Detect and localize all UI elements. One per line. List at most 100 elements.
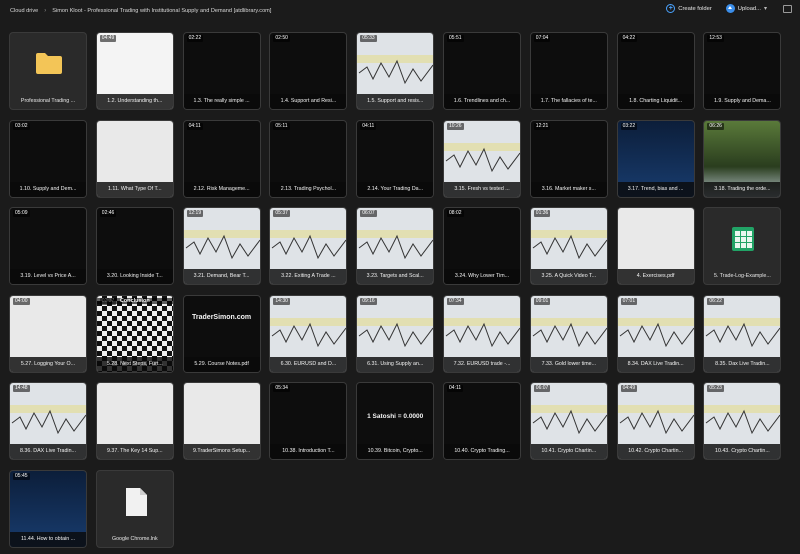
file-tile[interactable]: 09:01 7.33. Gold lower time... — [529, 294, 608, 373]
upload-button[interactable]: Upload... ▾ — [725, 4, 767, 13]
toolbar-actions: + Create folder Upload... ▾ — [666, 4, 792, 13]
tile-filename: 3.22. Exiting A Trade ... — [270, 269, 347, 284]
file-tile[interactable]: 9.37. The Key 14 Sup... — [95, 382, 174, 460]
video-duration: 05:34 — [273, 385, 290, 392]
file-tile[interactable]: 07:34 7.32. EURUSD trade -... — [443, 294, 521, 373]
video-duration: 02:46 — [99, 210, 117, 217]
tile-filename: 2.14. Your Trading Da... — [357, 181, 434, 197]
bitcoin-overlay-text: 1 Satoshi = 0.0000 — [367, 413, 424, 420]
tile-filename: 11.44. How to obtain ... — [10, 531, 86, 547]
tile-filename: 7.33. Gold lower time... — [530, 356, 607, 372]
file-tile[interactable]: 05:51 1.6. Trendlines and ch... — [443, 32, 521, 110]
file-tile[interactable]: 05:34 10.38. Introduction T... — [269, 382, 348, 460]
file-tile[interactable]: 01:36 3.25. A Quick Video T... — [529, 207, 608, 285]
file-tile[interactable]: 05:23 10.43. Crypto Chartin... — [703, 382, 782, 460]
video-duration: 07:01 — [620, 297, 638, 305]
video-duration: 04:49 — [620, 385, 638, 392]
file-tile[interactable]: 06:07 3.23. Targets and Scal... — [356, 207, 435, 285]
file-tile[interactable]: Google Chrome.lnk — [95, 469, 174, 548]
tile-filename: 9.37. The Key 14 Sup... — [96, 444, 173, 459]
breadcrumb-current-folder[interactable]: Simon Kloot - Professional Trading with … — [52, 8, 271, 14]
file-tile[interactable]: 10.39. Bitcoin, Crypto... 1 Satoshi = 0.0… — [356, 382, 435, 460]
create-folder-button[interactable]: + Create folder — [666, 4, 712, 13]
tile-filename: 1.10. Supply and Dem... — [10, 181, 86, 197]
file-tile[interactable]: 07:01 8.34. DAX Live Tradin... — [616, 294, 695, 373]
file-tile[interactable]: 04:00 5.27. Logging Your O... — [9, 294, 87, 373]
file-tile[interactable]: 02:22 1.3. The really simple ... — [182, 32, 261, 110]
video-duration: 06:07 — [360, 210, 377, 217]
breadcrumb: Cloud drive › Simon Kloot - Professional… — [10, 8, 271, 14]
file-tile[interactable]: 5.29. Course Notes.pdf TraderSimon.com — [182, 294, 261, 373]
file-tile[interactable]: 1.11. What Type Of T... — [95, 119, 174, 198]
tile-filename: 1.9. Supply and Dema... — [704, 94, 781, 109]
file-tile[interactable]: 04:49 1.2. Understanding th... — [95, 32, 174, 110]
tradersimon-overlay-text: TraderSimon.com — [192, 313, 252, 321]
plus-circle-icon: + — [666, 4, 676, 13]
tile-filename: Professional Trading ... — [20, 98, 76, 104]
file-tile[interactable]: 04:49 10.42. Crypto Chartin... — [616, 382, 695, 460]
video-duration: 14:30 — [273, 297, 290, 305]
video-duration: 02:50 — [273, 35, 290, 42]
file-tile[interactable]: 05:33 1.5. Support and resis... — [356, 32, 435, 110]
file-tile[interactable]: 03:22 3.17. Trend, bias and ... — [616, 119, 695, 198]
file-tile[interactable]: 10:26 3.15. Fresh vs tested ... — [443, 119, 521, 198]
tile-filename: 6.30. EURUSD and D... — [270, 356, 347, 372]
file-tile[interactable]: 02:46 3.20. Looking Inside T... — [95, 207, 174, 285]
file-tile[interactable]: 9.TraderSimons Setup... — [182, 382, 261, 460]
video-duration: 04:22 — [620, 35, 638, 42]
file-tile[interactable]: 06:22 8.35. Dax Live Tradin... — [703, 294, 782, 373]
folder-tile[interactable]: Professional Trading ... — [9, 32, 87, 110]
file-tile[interactable]: 04:11 2.12. Risk Manageme... — [182, 119, 261, 198]
video-duration: 05:11 — [273, 122, 290, 130]
folder-icon — [36, 53, 62, 74]
chevron-right-icon: › — [44, 8, 47, 14]
file-tile[interactable]: 04:22 1.8. Charting Liquidit... — [616, 32, 695, 110]
file-tile[interactable]: 04:11 10.40. Crypto Trading... — [443, 382, 521, 460]
file-tile[interactable]: 12:19 3.21. Demand, Bear T... — [182, 207, 261, 285]
video-duration: 05:45 — [13, 472, 30, 480]
file-tile[interactable]: 14:48 8.36. DAX Live Tradin... — [9, 382, 87, 460]
video-duration: 07:34 — [447, 297, 464, 305]
file-tile[interactable]: 05:09 3.19. Level vs Price A... — [9, 207, 87, 285]
file-tile[interactable]: 06:26 3.18. Trading the orde... — [703, 119, 782, 198]
file-tile[interactable]: 14:30 6.30. EURUSD and D... — [269, 294, 348, 373]
tile-filename: 3.15. Fresh vs tested ... — [444, 181, 520, 197]
video-duration: 04:00 — [13, 297, 30, 305]
file-tile[interactable]: 07:04 1.7. The fallacies of te... — [529, 32, 608, 110]
video-duration: 07:04 — [533, 35, 551, 42]
tile-filename: 1.4. Support and Resi... — [270, 94, 347, 109]
tile-filename: 1.7. The fallacies of te... — [530, 94, 607, 109]
file-tile[interactable]: 05:45 11.44. How to obtain ... — [9, 469, 87, 548]
file-tile[interactable]: 09:16 6.31. Using Supply an... — [356, 294, 435, 373]
spreadsheet-icon — [732, 227, 755, 251]
file-tile[interactable]: 05:37 3.22. Exiting A Trade ... — [269, 207, 348, 285]
file-tile[interactable]: 4. Exercises.pdf — [616, 207, 695, 285]
tile-filename: 3.24. Why Lower Tim... — [444, 269, 520, 284]
tile-filename: 3.16. Market maker s... — [530, 181, 607, 197]
video-duration: 09:01 — [533, 297, 551, 305]
tile-filename: 3.21. Demand, Bear T... — [183, 269, 260, 284]
breadcrumb-root[interactable]: Cloud drive — [10, 8, 38, 14]
file-tile[interactable]: 02:50 1.4. Support and Resi... — [269, 32, 348, 110]
file-tile[interactable]: 04:11 2.14. Your Trading Da... — [356, 119, 435, 198]
tile-filename: 8.34. DAX Live Tradin... — [617, 356, 694, 372]
tile-filename: 10.39. Bitcoin, Crypto... — [357, 444, 434, 459]
video-duration: 01:36 — [533, 210, 551, 217]
video-duration: 06:07 — [533, 385, 551, 392]
tile-filename: 3.19. Level vs Price A... — [10, 269, 86, 284]
grid-view-icon[interactable] — [783, 4, 792, 13]
file-tile[interactable]: 12:21 3.16. Market maker s... — [529, 119, 608, 198]
tile-filename: 10.38. Introduction T... — [270, 444, 347, 459]
file-tile[interactable]: 05:11 2.13. Trading Psychol... — [269, 119, 348, 198]
tile-filename: 3.18. Trading the orde... — [704, 181, 781, 197]
file-tile[interactable]: 08:02 3.24. Why Lower Tim... — [443, 207, 521, 285]
file-tile[interactable]: 03:02 1.10. Supply and Dem... — [9, 119, 87, 198]
tile-filename: 5. Trade-Log-Example... — [713, 273, 771, 279]
chevron-down-icon[interactable]: ▾ — [764, 5, 767, 12]
file-tile[interactable]: 12:53 1.9. Supply and Dema... — [703, 32, 782, 110]
video-duration: 12:19 — [186, 210, 204, 217]
tile-filename: 10.42. Crypto Chartin... — [617, 444, 694, 459]
file-tile[interactable]: 5. Trade-Log-Example... — [703, 207, 782, 285]
file-tile[interactable]: 02:375.28. Next Steps, Furt...Conclusion — [95, 294, 174, 373]
file-tile[interactable]: 06:07 10.41. Crypto Chartin... — [529, 382, 608, 460]
